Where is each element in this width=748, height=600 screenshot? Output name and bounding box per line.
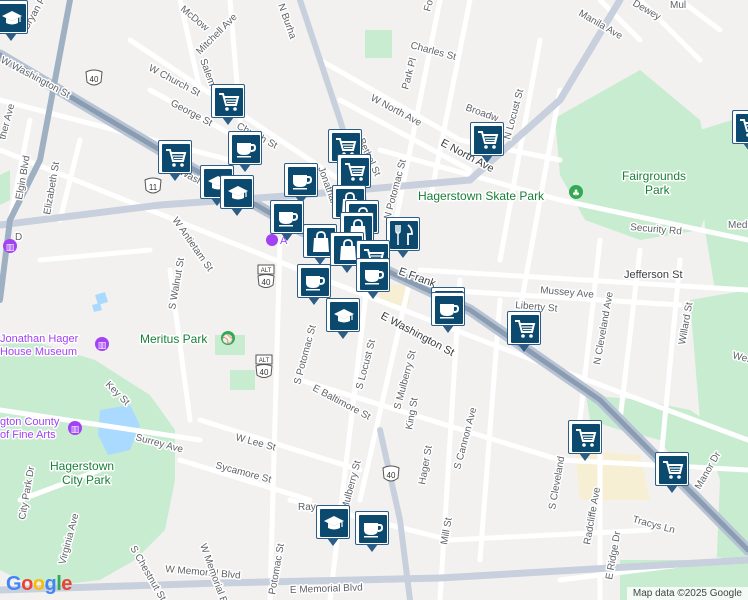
meritus-park-label: Meritus Park	[140, 332, 208, 346]
map-marker[interactable]	[297, 264, 333, 308]
svg-text:40: 40	[262, 278, 271, 287]
fairgrounds-label: Park	[645, 183, 671, 197]
street-label: Ray	[298, 502, 316, 513]
svg-text:40: 40	[90, 75, 99, 84]
map-marker[interactable]	[220, 175, 256, 219]
svg-text:40: 40	[260, 368, 269, 377]
map-marker[interactable]	[158, 140, 194, 184]
coffee-cup-icon	[288, 167, 316, 195]
google-logo-letter: e	[61, 573, 72, 595]
map-marker[interactable]	[470, 122, 506, 166]
svg-text:▥: ▥	[98, 341, 107, 351]
svg-text:ALT: ALT	[261, 268, 272, 274]
svg-text:▥: ▥	[6, 243, 15, 253]
alt-40-shield: ALT 40	[255, 354, 273, 378]
google-logo-letter: G	[6, 573, 22, 595]
coffee-cup-icon	[360, 262, 388, 290]
shopping-cart-icon	[572, 424, 600, 452]
us-40-shield: 40	[85, 69, 103, 86]
street-label: Med	[728, 220, 747, 231]
map-marker[interactable]	[355, 511, 391, 555]
map-marker[interactable]	[732, 110, 748, 154]
svg-text:▥: ▥	[71, 425, 80, 435]
google-logo: Google	[6, 573, 72, 596]
map-marker[interactable]	[568, 420, 604, 464]
map-marker[interactable]	[356, 258, 392, 302]
city-park-label: City Park	[62, 473, 112, 487]
street-label: D	[15, 232, 22, 243]
coffee-cup-icon	[232, 135, 260, 163]
google-logo-letter: g	[44, 573, 57, 595]
shopping-cart-icon	[162, 144, 190, 172]
coffee-cup-icon	[301, 268, 329, 296]
map-marker[interactable]	[316, 505, 352, 549]
coffee-cup-icon	[359, 515, 387, 543]
svg-text:40: 40	[387, 471, 396, 480]
restaurant-icon	[390, 221, 418, 249]
graduation-cap-icon	[330, 302, 358, 330]
street-label: Mul	[670, 0, 686, 11]
google-logo-letter: o	[32, 573, 45, 595]
hager-house-label: Jonathan Hager	[0, 333, 79, 345]
shopping-cart-icon	[215, 88, 243, 116]
map-marker[interactable]	[211, 84, 247, 128]
fairgrounds-label: Fairgrounds	[622, 169, 686, 183]
map-marker[interactable]	[270, 200, 306, 244]
google-logo-letter: o	[21, 573, 33, 595]
svg-text:11: 11	[149, 183, 158, 192]
svg-text:⚾: ⚾	[221, 333, 233, 345]
us-40-shield: 40	[382, 465, 400, 482]
alt-40-shield: ALT 40	[257, 264, 275, 288]
shopping-cart-icon	[736, 114, 748, 142]
map-marker[interactable]	[655, 452, 691, 496]
fine-arts-label: gton County	[0, 416, 60, 428]
graduation-cap-icon	[0, 4, 26, 32]
map-marker[interactable]	[431, 292, 467, 336]
svg-text:ALT: ALT	[259, 358, 270, 364]
graduation-cap-icon	[320, 509, 348, 537]
coffee-cup-icon	[274, 204, 302, 232]
shopping-cart-icon	[474, 126, 502, 154]
coffee-cup-icon	[435, 296, 463, 324]
shopping-cart-icon	[511, 315, 539, 343]
city-park-label: Hagerstown	[50, 459, 114, 473]
map-marker[interactable]	[0, 0, 30, 44]
hager-house-label: House Museum	[0, 346, 77, 358]
shopping-cart-icon	[341, 158, 369, 186]
map-marker[interactable]	[507, 311, 543, 355]
street-label: Jefferson St	[624, 269, 683, 281]
map-attribution[interactable]: Map data ©2025 Google	[626, 587, 748, 600]
graduation-cap-icon	[224, 179, 252, 207]
skate-park-label: Hagerstown Skate Park	[418, 189, 545, 203]
shopping-cart-icon	[659, 456, 687, 484]
fine-arts-label: of Fine Arts	[0, 429, 56, 441]
svg-text:♣: ♣	[572, 189, 580, 199]
